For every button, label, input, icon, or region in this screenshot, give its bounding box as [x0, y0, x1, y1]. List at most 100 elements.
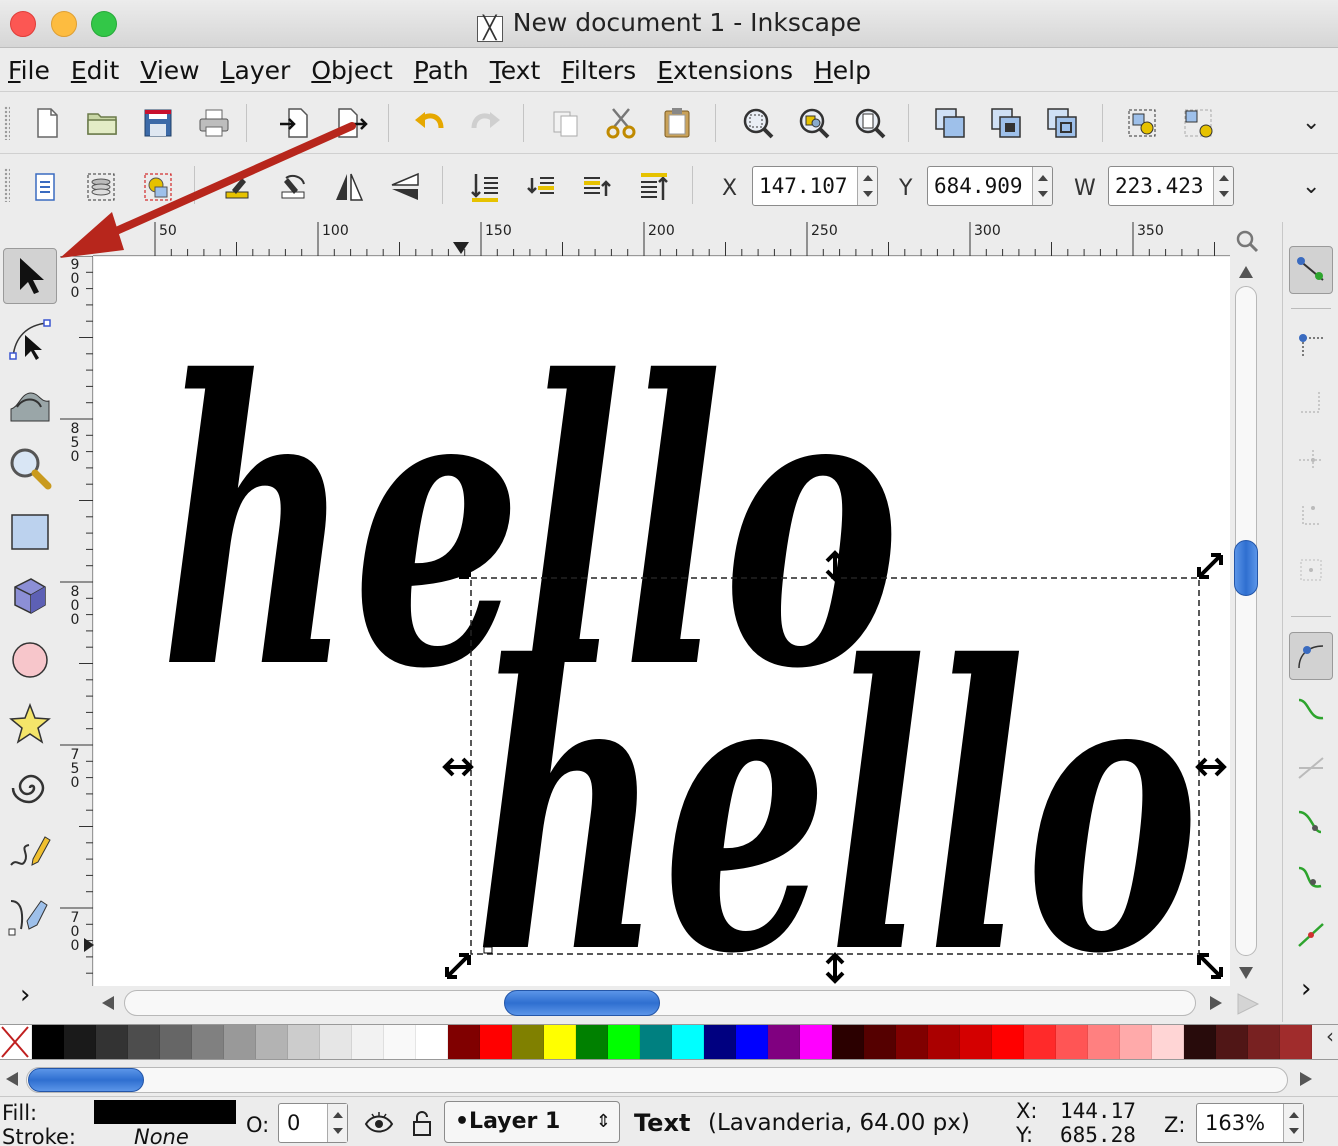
snap-midpoints-toggle[interactable] — [1289, 912, 1333, 960]
scroll-up-arrow-icon[interactable] — [1239, 266, 1253, 278]
menu-path[interactable]: Path — [414, 56, 469, 85]
zoom-input[interactable]: 163% — [1196, 1103, 1304, 1143]
toolbar-grip[interactable] — [4, 106, 10, 140]
menu-view[interactable]: View — [140, 56, 199, 85]
menu-help[interactable]: Help — [814, 56, 871, 85]
color-swatch[interactable] — [576, 1025, 608, 1059]
snap-bbox-edges-toggle[interactable] — [1289, 378, 1333, 426]
color-manage-icon[interactable] — [1236, 992, 1260, 1016]
ellipse-tool[interactable] — [3, 632, 57, 688]
color-swatch[interactable] — [32, 1025, 64, 1059]
enable-snapping-toggle[interactable] — [1289, 246, 1333, 294]
menu-text[interactable]: Text — [490, 56, 541, 85]
selector-tool[interactable] — [3, 248, 57, 304]
ungroup-button[interactable] — [1177, 102, 1219, 144]
color-swatch[interactable] — [1152, 1025, 1184, 1059]
save-button[interactable] — [137, 102, 179, 144]
node-tool[interactable] — [3, 312, 57, 368]
snap-nodes-toggle[interactable] — [1289, 632, 1333, 680]
raise-button[interactable] — [576, 166, 618, 208]
y-spin-buttons[interactable] — [1032, 167, 1052, 205]
eye-visibility-icon[interactable] — [364, 1109, 394, 1139]
rectangle-tool[interactable] — [3, 504, 57, 560]
color-swatch[interactable] — [480, 1025, 512, 1059]
color-swatch[interactable] — [928, 1025, 960, 1059]
menu-file[interactable]: File — [8, 56, 50, 85]
menu-filters[interactable]: Filters — [561, 56, 636, 85]
zoom-corner-icon[interactable] — [1234, 228, 1260, 254]
deselect-button[interactable] — [137, 166, 179, 208]
color-swatch[interactable] — [352, 1025, 384, 1059]
menu-edit[interactable]: Edit — [71, 56, 119, 85]
palette-scroll-left-arrow-icon[interactable] — [6, 1072, 18, 1086]
width-spin-buttons[interactable] — [1213, 167, 1233, 205]
scroll-right-arrow-icon[interactable] — [1210, 996, 1222, 1010]
color-swatch[interactable] — [448, 1025, 480, 1059]
flip-horizontal-button[interactable] — [328, 166, 370, 208]
menu-object[interactable]: Object — [311, 56, 392, 85]
color-swatch[interactable] — [320, 1025, 352, 1059]
lower-to-bottom-button[interactable] — [464, 166, 506, 208]
pen-tool[interactable] — [3, 888, 57, 944]
zoom-page-button[interactable] — [849, 102, 891, 144]
clone-button[interactable] — [985, 102, 1027, 144]
color-swatch[interactable] — [128, 1025, 160, 1059]
open-button[interactable] — [81, 102, 123, 144]
group-button[interactable] — [1121, 102, 1163, 144]
zoom-selection-button[interactable] — [737, 102, 779, 144]
undo-button[interactable] — [409, 102, 451, 144]
width-input[interactable]: 223.423 — [1108, 166, 1234, 206]
color-swatch[interactable] — [288, 1025, 320, 1059]
export-button[interactable] — [330, 102, 372, 144]
scale-handle-left[interactable] — [442, 757, 474, 777]
scroll-left-arrow-icon[interactable] — [102, 996, 114, 1010]
color-swatch[interactable] — [1248, 1025, 1280, 1059]
color-swatch[interactable] — [1184, 1025, 1216, 1059]
hello-text-bottom[interactable]: hello — [474, 581, 1199, 986]
color-swatch[interactable] — [608, 1025, 640, 1059]
opacity-spin-buttons[interactable] — [327, 1104, 347, 1142]
color-swatch[interactable] — [640, 1025, 672, 1059]
color-swatch[interactable] — [704, 1025, 736, 1059]
scale-handle-right[interactable] — [1195, 757, 1227, 777]
vertical-scroll-thumb[interactable] — [1234, 540, 1258, 596]
scroll-down-arrow-icon[interactable] — [1239, 967, 1253, 979]
color-swatch[interactable] — [96, 1025, 128, 1059]
scale-handle-bottom-right[interactable] — [1197, 953, 1223, 979]
snap-bbox-midpoints-toggle[interactable] — [1289, 490, 1333, 538]
x-coordinate-input[interactable]: 147.107 — [752, 166, 878, 206]
stroke-value[interactable]: None — [134, 1125, 189, 1146]
snap-smooth-nodes-toggle[interactable] — [1289, 856, 1333, 904]
snap-bbox-toggle[interactable] — [1289, 322, 1333, 370]
color-swatch[interactable] — [672, 1025, 704, 1059]
y-coordinate-input[interactable]: 684.909 — [927, 166, 1053, 206]
horizontal-scroll-thumb[interactable] — [504, 990, 660, 1016]
opacity-input[interactable]: 0 — [278, 1103, 348, 1143]
snap-intersections-toggle[interactable] — [1289, 744, 1333, 792]
color-swatch[interactable] — [736, 1025, 768, 1059]
snap-paths-toggle[interactable] — [1289, 688, 1333, 736]
x-spin-buttons[interactable] — [857, 167, 877, 205]
select-all-layers-button[interactable] — [80, 166, 122, 208]
snap-bbox-corners-toggle[interactable] — [1289, 434, 1333, 482]
drawing-canvas[interactable]: hello hello — [94, 257, 1230, 986]
lower-button[interactable] — [520, 166, 562, 208]
redo-button[interactable] — [464, 102, 506, 144]
zoom-spin-buttons[interactable] — [1283, 1104, 1303, 1142]
color-swatch[interactable] — [192, 1025, 224, 1059]
color-swatch[interactable] — [832, 1025, 864, 1059]
3d-box-tool[interactable] — [3, 568, 57, 624]
fill-indicator[interactable] — [94, 1100, 236, 1124]
cut-button[interactable] — [600, 102, 642, 144]
palette-scroll-track[interactable] — [26, 1067, 1288, 1093]
rotate-cw-button[interactable] — [272, 166, 314, 208]
toolbar-grip[interactable] — [4, 168, 10, 202]
snap-bbox-centers-toggle[interactable] — [1289, 546, 1333, 594]
color-swatch[interactable] — [224, 1025, 256, 1059]
select-all-button[interactable] — [24, 166, 66, 208]
color-swatch[interactable] — [1024, 1025, 1056, 1059]
toolbar-overflow-chevron-icon[interactable]: ⌄ — [1302, 110, 1324, 135]
color-swatch[interactable] — [512, 1025, 544, 1059]
color-swatch[interactable] — [544, 1025, 576, 1059]
lock-icon[interactable] — [410, 1109, 434, 1139]
